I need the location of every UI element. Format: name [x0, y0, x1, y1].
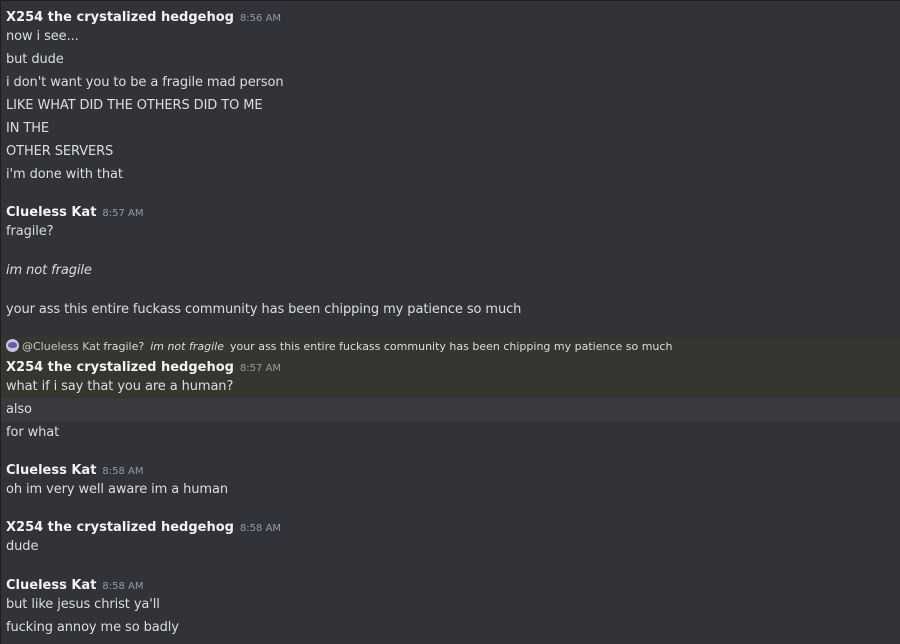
message-line: i don't want you to be a fragile mad per… — [6, 75, 284, 90]
chat-message-list[interactable]: X254 the crystalized hedgehog 8:56 AM now… — [0, 0, 900, 644]
message-line: what if i say that you are a human? — [6, 379, 234, 394]
reply-text: im not fragile — [150, 340, 224, 353]
message-author[interactable]: X254 the crystalized hedgehog — [6, 520, 234, 535]
message-timestamp[interactable]: 8:58 AM — [102, 581, 143, 592]
message-author[interactable]: Clueless Kat — [6, 205, 96, 220]
message-timestamp[interactable]: 8:58 AM — [240, 523, 281, 534]
message-timestamp[interactable]: 8:57 AM — [102, 208, 143, 219]
reply-text: your ass this entire fuckass community h… — [229, 340, 673, 353]
message-header: Clueless Kat 8:58 AM — [6, 462, 144, 481]
reply-text: fragile? — [103, 340, 145, 353]
message-line: for what — [6, 425, 60, 440]
message-header: X254 the crystalized hedgehog 8:57 AM — [6, 359, 281, 378]
message-line: but dude — [6, 52, 64, 67]
message-line: but like jesus christ ya'll — [6, 597, 160, 612]
message-line: your ass this entire fuckass community h… — [6, 302, 522, 317]
message-header: Clueless Kat 8:58 AM — [6, 577, 144, 596]
message-author[interactable]: Clueless Kat — [6, 463, 96, 478]
message-timestamp[interactable]: 8:58 AM — [102, 466, 143, 477]
message-line: fucking annoy me so badly — [6, 620, 179, 635]
message-header: Clueless Kat 8:57 AM — [6, 204, 144, 223]
message-author[interactable]: X254 the crystalized hedgehog — [6, 10, 234, 25]
message-header: X254 the crystalized hedgehog 8:58 AM — [6, 519, 281, 538]
message-line: fragile? — [6, 224, 54, 239]
message-timestamp[interactable]: 8:57 AM — [240, 363, 281, 374]
message-line: now i see... — [6, 29, 79, 44]
message-author[interactable]: Clueless Kat — [6, 578, 96, 593]
message-line: OTHER SERVERS — [6, 144, 114, 159]
reply-reference[interactable]: @Clueless Kat fragile? im not fragile your … — [6, 339, 672, 355]
message-line: i'm done with that — [6, 167, 123, 182]
user-avatar-icon — [6, 339, 19, 352]
message-author[interactable]: X254 the crystalized hedgehog — [6, 360, 234, 375]
message-line: IN THE — [6, 121, 50, 136]
message-header: X254 the crystalized hedgehog 8:56 AM — [6, 9, 281, 28]
message-line: dude — [6, 539, 39, 554]
message-line: LIKE WHAT DID THE OTHERS DID TO ME — [6, 98, 263, 113]
message-line: also — [6, 402, 32, 417]
message-timestamp[interactable]: 8:56 AM — [240, 13, 281, 24]
message-line: im not fragile — [6, 263, 92, 278]
message-line: oh im very well aware im a human — [6, 482, 228, 497]
hovered-message-highlight — [1, 398, 900, 422]
reply-author[interactable]: @Clueless Kat — [22, 340, 100, 353]
